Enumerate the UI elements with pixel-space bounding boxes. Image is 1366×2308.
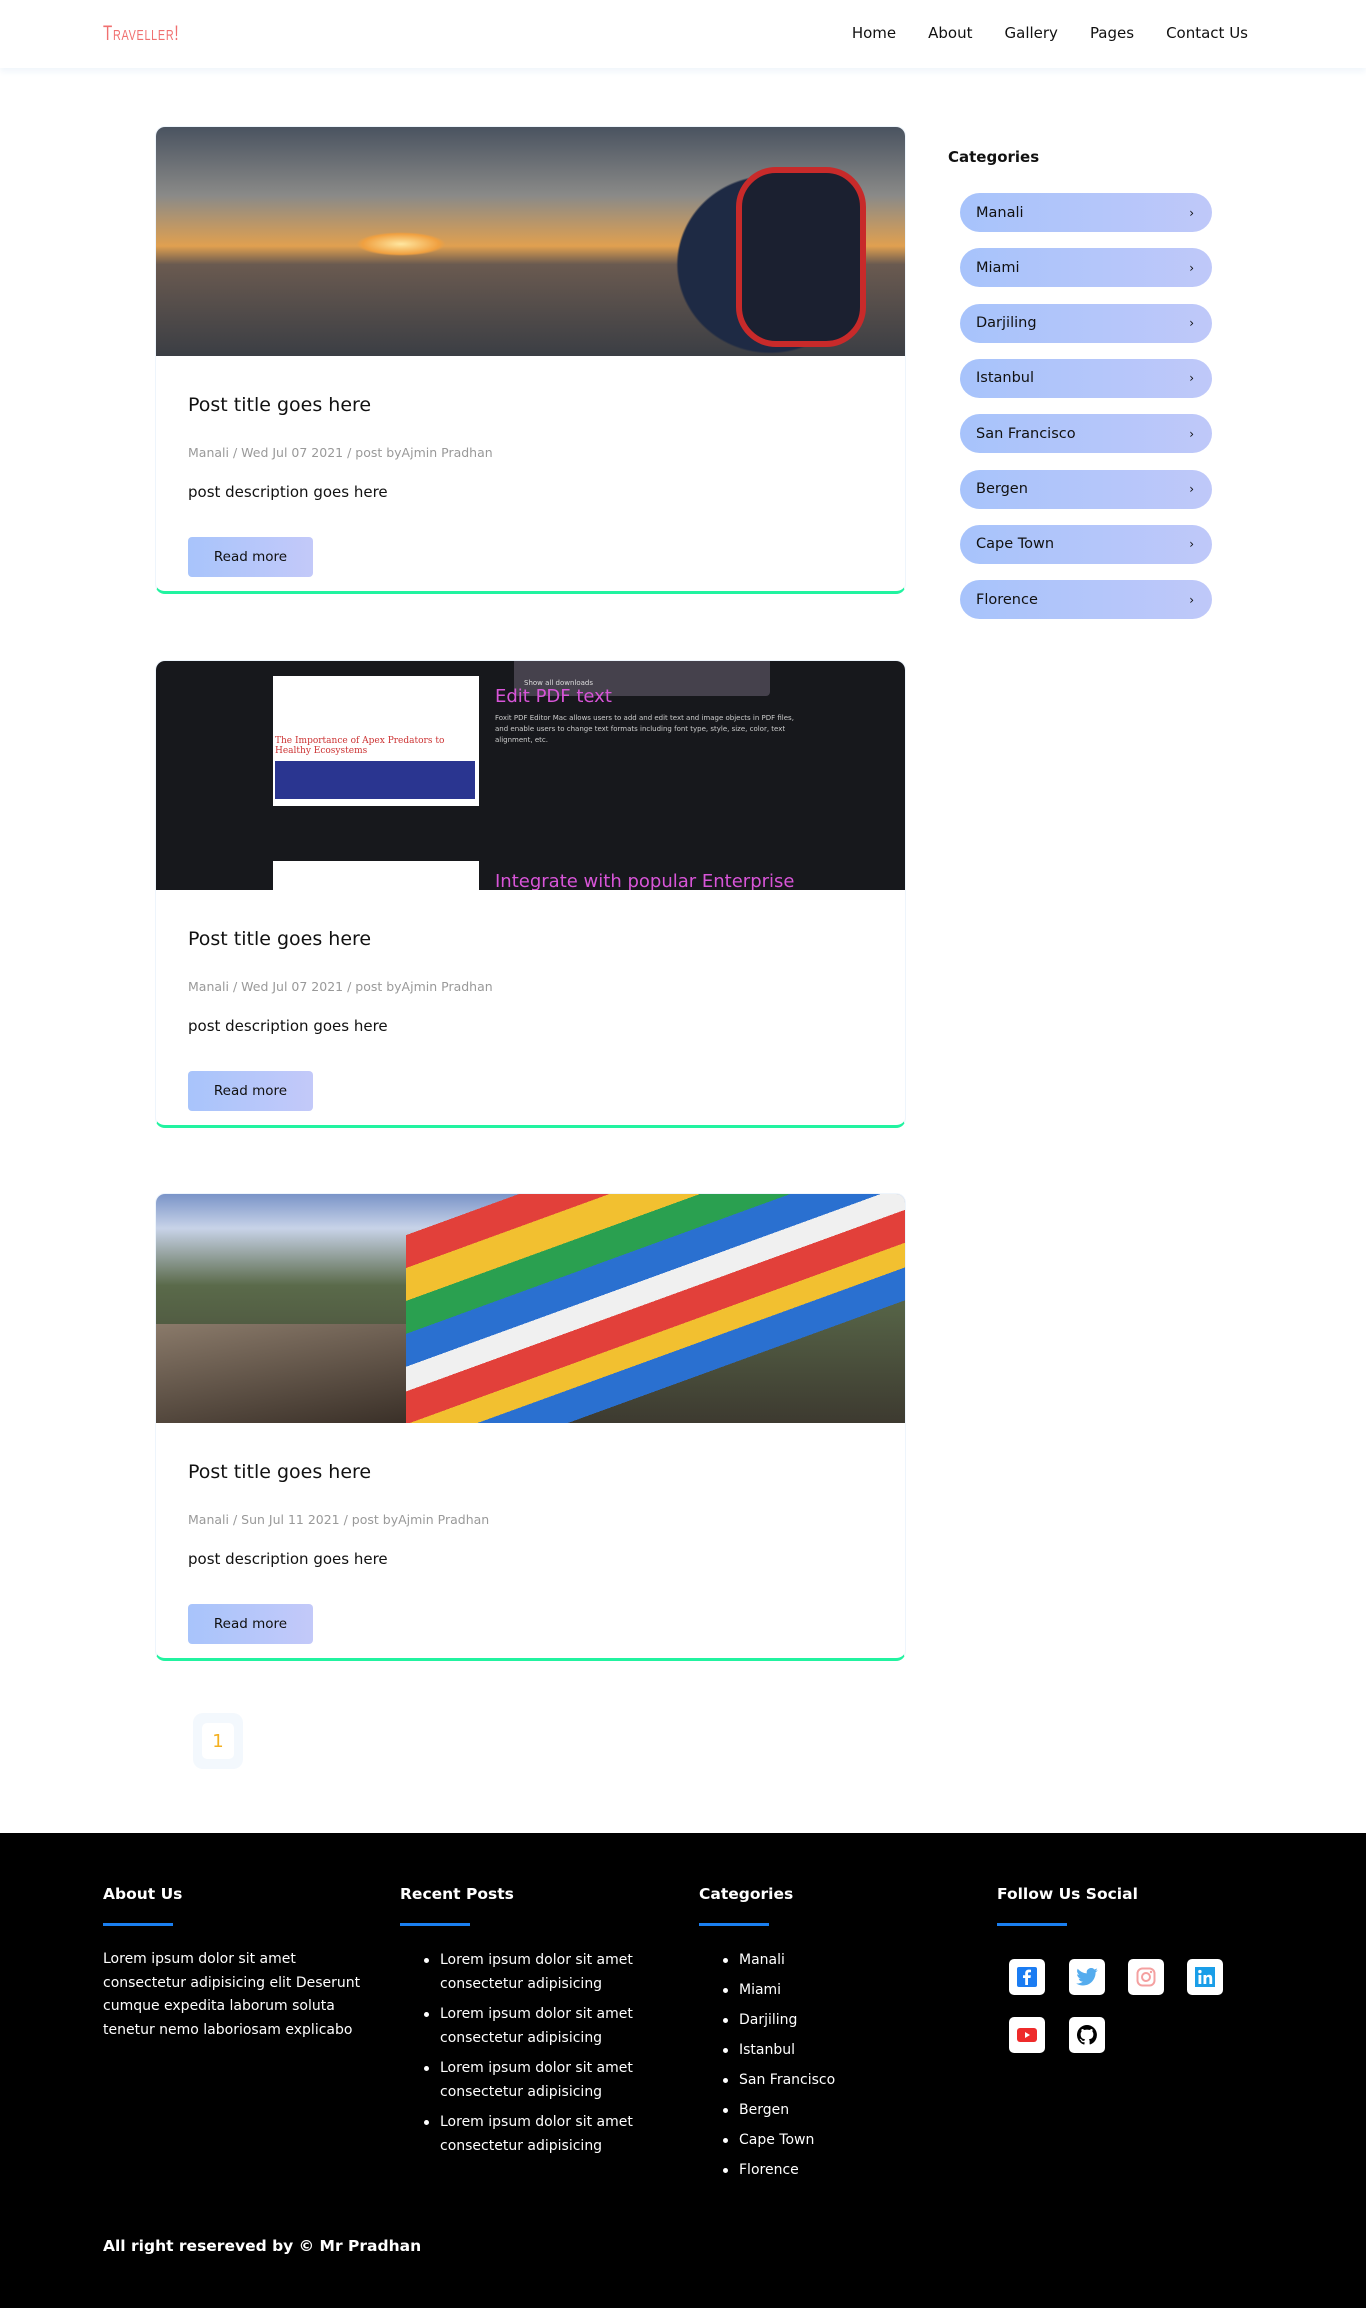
post-image-screenshot: The Importance of Apex Predators to Heal… <box>156 661 905 890</box>
chevron-right-icon: › <box>1189 482 1194 496</box>
post-meta: Manali / Wed Jul 07 2021 / post byAjmin … <box>188 979 493 994</box>
twitter-icon[interactable] <box>1069 1959 1105 1995</box>
category-cape-town[interactable]: Cape Town › <box>960 524 1212 564</box>
category-miami[interactable]: Miami › <box>960 248 1212 288</box>
category-label: Bergen <box>976 481 1028 497</box>
footer-recent-posts: Recent Posts Lorem ipsum dolor sit amet … <box>400 1885 660 2164</box>
recent-post-link[interactable]: Lorem ipsum dolor sit amet consectetur a… <box>424 1948 660 1996</box>
read-more-button[interactable]: Read more <box>188 537 313 577</box>
category-bergen[interactable]: Bergen › <box>960 469 1212 509</box>
chevron-right-icon: › <box>1189 205 1194 220</box>
category-darjiling[interactable]: Darjiling › <box>960 303 1212 343</box>
post-title[interactable]: Post title goes here <box>188 928 371 950</box>
chevron-right-icon: › <box>1189 260 1194 275</box>
chevron-right-icon: › <box>1189 371 1194 386</box>
nav-about[interactable]: About <box>928 24 972 42</box>
page-1-button[interactable]: 1 <box>202 1723 234 1759</box>
linkedin-icon[interactable] <box>1187 1959 1223 1995</box>
heading-underline <box>400 1923 470 1926</box>
post-description: post description goes here <box>188 1017 388 1035</box>
post-meta: Manali / Wed Jul 07 2021 / post byAjmin … <box>188 445 493 460</box>
category-label: Florence <box>976 591 1038 608</box>
footer-category-link[interactable]: Darjiling <box>723 2008 835 2032</box>
nav-contact[interactable]: Contact Us <box>1166 24 1248 42</box>
category-label: Cape Town <box>976 536 1055 553</box>
about-text: Lorem ipsum dolor sit amet consectetur a… <box>103 1951 361 2038</box>
nav-home[interactable]: Home <box>852 24 896 42</box>
category-florence[interactable]: Florence › <box>960 580 1212 620</box>
post-card: The Importance of Apex Predators to Heal… <box>155 660 906 1128</box>
post-title[interactable]: Post title goes here <box>188 394 371 416</box>
category-istanbul[interactable]: Istanbul › <box>960 358 1212 398</box>
footer-category-link[interactable]: Bergen <box>723 2098 835 2122</box>
github-icon[interactable] <box>1069 2017 1105 2053</box>
footer-heading: Categories <box>699 1885 794 1903</box>
post-title[interactable]: Post title goes here <box>188 1461 371 1483</box>
category-manali[interactable]: Manali › <box>960 193 1212 232</box>
post-meta: Manali / Sun Jul 11 2021 / post byAjmin … <box>188 1512 490 1527</box>
post-card: Post title goes here Manali / Wed Jul 07… <box>155 126 906 594</box>
post-description: post description goes here <box>188 1550 388 1568</box>
footer-about: About Us Lorem ipsum dolor sit amet cons… <box>103 1885 373 2042</box>
recent-post-link[interactable]: Lorem ipsum dolor sit amet consectetur a… <box>424 2002 660 2050</box>
image-heading-2: Integrate with popular Enterprise <box>495 871 795 890</box>
category-label: Darjiling <box>976 315 1037 332</box>
category-san-francisco[interactable]: San Francisco › <box>960 414 1212 454</box>
footer: About Us Lorem ipsum dolor sit amet cons… <box>0 1833 1366 2308</box>
pagination: 1 <box>193 1713 243 1769</box>
category-label: Istanbul <box>976 370 1035 387</box>
nav-pages[interactable]: Pages <box>1090 24 1134 42</box>
chevron-right-icon: › <box>1189 537 1194 552</box>
footer-heading: About Us <box>103 1885 183 1903</box>
footer-category-link[interactable]: Istanbul <box>723 2038 835 2062</box>
nav-gallery[interactable]: Gallery <box>1005 24 1058 42</box>
sidebar-heading: Categories <box>948 148 1040 166</box>
footer-heading: Recent Posts <box>400 1885 514 1903</box>
navbar: Traveller! Home About Gallery Pages Cont… <box>0 0 1366 68</box>
heading-underline <box>103 1923 173 1926</box>
youtube-icon[interactable] <box>1009 2017 1045 2053</box>
facebook-icon[interactable] <box>1009 1959 1045 1995</box>
heading-underline <box>997 1923 1067 1926</box>
post-image-prayer-flags <box>156 1194 905 1423</box>
instagram-icon[interactable] <box>1128 1959 1164 1995</box>
post-description: post description goes here <box>188 483 388 501</box>
chevron-right-icon: › <box>1189 316 1194 331</box>
footer-social: Follow Us Social <box>997 1885 1138 1948</box>
logo[interactable]: Traveller! <box>103 22 179 46</box>
post-card: Post title goes here Manali / Sun Jul 11… <box>155 1193 906 1661</box>
recent-post-link[interactable]: Lorem ipsum dolor sit amet consectetur a… <box>424 2110 660 2158</box>
read-more-button[interactable]: Read more <box>188 1071 313 1111</box>
recent-post-link[interactable]: Lorem ipsum dolor sit amet consectetur a… <box>424 2056 660 2104</box>
nav-links: Home About Gallery Pages Contact Us <box>852 24 1248 42</box>
category-label: Manali <box>976 204 1024 221</box>
heading-underline <box>699 1923 769 1926</box>
category-label: Miami <box>976 259 1020 276</box>
post-image-hiker <box>156 127 905 356</box>
chevron-right-icon: › <box>1189 592 1194 607</box>
footer-heading: Follow Us Social <box>997 1885 1138 1903</box>
image-heading: Edit PDF text <box>495 686 612 707</box>
category-label: San Francisco <box>976 425 1076 442</box>
chevron-right-icon: › <box>1189 426 1194 441</box>
footer-category-link[interactable]: San Francisco <box>723 2068 835 2092</box>
footer-categories: Categories Manali Miami Darjiling Istanbul S… <box>699 1885 835 2188</box>
read-more-button[interactable]: Read more <box>188 1604 313 1644</box>
image-body: Foxit PDF Editor Mac allows users to add… <box>495 714 794 744</box>
footer-category-link[interactable]: Florence <box>723 2158 835 2182</box>
footer-category-link[interactable]: Miami <box>723 1978 835 2002</box>
footer-category-link[interactable]: Cape Town <box>723 2128 835 2152</box>
image-doc-heading: The Importance of Apex Predators to Heal… <box>275 736 445 756</box>
copyright: All right resereved by © Mr Pradhan <box>103 2237 422 2255</box>
footer-category-link[interactable]: Manali <box>723 1948 835 1972</box>
